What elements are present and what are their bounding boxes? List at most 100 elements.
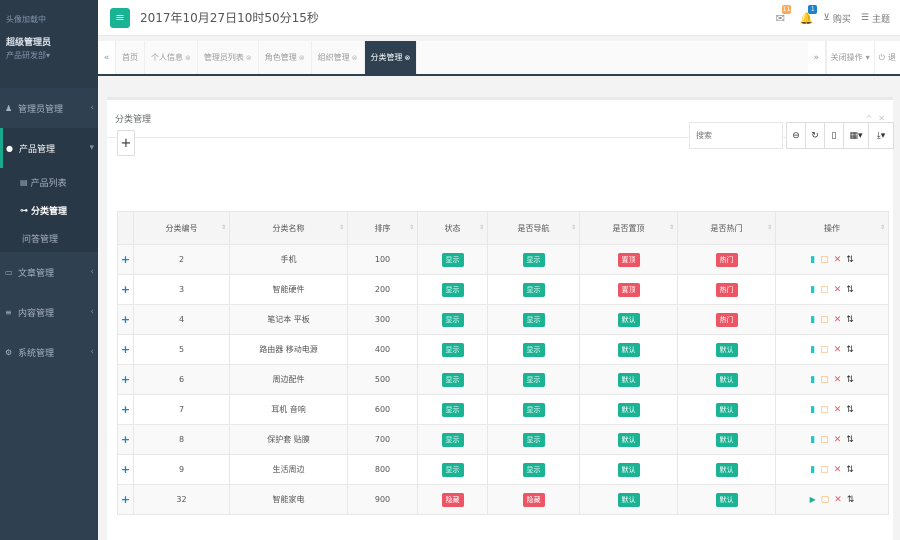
is-top-label[interactable]: 默认 [617,372,640,387]
expand-cell[interactable]: + [117,274,134,305]
exit-button[interactable]: ⏻ 退 [873,41,900,74]
theme-link[interactable]: ☰ 主题 [861,12,890,25]
edit-icon[interactable]: ▢ [820,465,829,475]
is-hot-label[interactable]: 默认 [715,432,738,447]
is-hot-label[interactable]: 默认 [715,372,738,387]
nav-item-admin-management[interactable]: ♟ 管理员管理 ‹ [0,88,98,128]
expand-cell[interactable]: + [117,424,134,455]
tab-category-management[interactable]: 分类管理 ⊗ [364,41,418,74]
expand-cell[interactable]: + [117,334,134,365]
edit-icon[interactable]: ▢ [820,345,829,355]
user-name[interactable]: 超级管理员 [6,35,92,48]
plus-icon[interactable]: + [121,313,130,326]
plus-icon[interactable]: + [121,403,130,416]
is-top-label[interactable]: 置顶 [617,252,640,267]
tab-home[interactable]: 首页 [116,41,145,74]
is-top-label[interactable]: 默认 [617,462,640,477]
view-icon[interactable]: ▮ [810,465,815,475]
is-top-label[interactable]: 默认 [617,342,640,357]
column-header-id[interactable]: 分类编号 ⇕ [133,211,230,245]
status-label[interactable]: 显示 [441,312,464,327]
status-label[interactable]: 显示 [441,432,464,447]
is-hot-label[interactable]: 默认 [715,492,738,507]
plus-icon[interactable]: + [121,253,130,266]
delete-icon[interactable]: ✕ [834,285,842,295]
close-tab-icon[interactable]: ⊗ [352,54,358,62]
column-header-name[interactable]: 分类名称 ⇕ [229,211,348,245]
user-department[interactable]: 产品研发部▾ [6,50,92,61]
nav-item-system-management[interactable]: ⚙ 系统管理 ‹ [0,332,98,372]
is-nav-label[interactable]: 显示 [522,462,545,477]
plus-icon[interactable]: + [121,283,130,296]
view-icon[interactable]: ▮ [810,255,815,265]
export-dropdown-button[interactable]: ⤓▾ [868,122,894,149]
plus-icon[interactable]: + [121,343,130,356]
delete-icon[interactable]: ✕ [834,465,842,475]
view-icon[interactable]: ▮ [810,405,815,415]
expand-cell[interactable]: + [117,304,134,335]
view-icon[interactable]: ▮ [810,435,815,445]
status-label[interactable]: 显示 [441,372,464,387]
is-top-label[interactable]: 默认 [617,402,640,417]
columns-dropdown-button[interactable]: ▦▾ [843,122,869,149]
search-input[interactable] [689,122,783,149]
view-icon[interactable]: ▮ [810,375,815,385]
is-nav-label[interactable]: 显示 [522,252,545,267]
status-label[interactable]: 隐藏 [441,492,464,507]
view-icon[interactable]: ▮ [810,315,815,325]
tab-profile[interactable]: 个人信息 ⊗ [145,41,198,74]
delete-icon[interactable]: ✕ [834,345,842,355]
status-label[interactable]: 显示 [441,402,464,417]
notifications-button[interactable]: ✉ 11 [771,5,792,27]
expand-cell[interactable]: + [117,364,134,395]
status-label[interactable]: 显示 [441,342,464,357]
sort-order-icon[interactable]: ⇅ [846,375,854,385]
sort-order-icon[interactable]: ⇅ [846,345,854,355]
tabs-scroll-right-button[interactable]: » [807,41,826,74]
nav-subitem-qa-management[interactable]: 问答管理 [0,224,98,252]
close-operations-dropdown[interactable]: 关闭操作 ▾ [825,41,874,74]
is-hot-label[interactable]: 默认 [715,462,738,477]
close-tab-icon[interactable]: ⊗ [246,54,252,62]
is-hot-label[interactable]: 默认 [715,342,738,357]
is-hot-label[interactable]: 热门 [715,312,738,327]
is-nav-label[interactable]: 显示 [522,312,545,327]
edit-icon[interactable]: ▢ [820,315,829,325]
close-tab-icon[interactable]: ⊗ [299,54,305,62]
is-nav-label[interactable]: 显示 [522,432,545,447]
sort-order-icon[interactable]: ⇅ [846,255,854,265]
status-label[interactable]: 显示 [441,462,464,477]
view-icon[interactable]: ▮ [810,285,815,295]
column-header-actions[interactable]: 操作 ⇕ [775,211,889,245]
is-hot-label[interactable]: 默认 [715,402,738,417]
delete-icon[interactable]: ✕ [834,315,842,325]
is-nav-label[interactable]: 隐藏 [522,492,545,507]
sort-order-icon[interactable]: ⇅ [846,465,854,475]
sort-order-icon[interactable]: ⇅ [846,285,854,295]
edit-icon[interactable]: ▢ [820,375,829,385]
sort-order-icon[interactable]: ⇅ [847,495,855,505]
is-hot-label[interactable]: 热门 [715,252,738,267]
column-header-is-top[interactable]: 是否置顶 ⇕ [579,211,678,245]
edit-icon[interactable]: ▢ [820,255,829,265]
toggle-view-button[interactable]: ▯ [824,122,844,149]
delete-icon[interactable]: ✕ [834,435,842,445]
delete-icon[interactable]: ✕ [834,255,842,265]
close-tab-icon[interactable]: ⊗ [185,54,191,62]
edit-icon[interactable]: ▢ [820,435,829,445]
is-nav-label[interactable]: 显示 [522,402,545,417]
is-top-label[interactable]: 默认 [617,492,640,507]
is-nav-label[interactable]: 显示 [522,282,545,297]
sort-order-icon[interactable]: ⇅ [846,405,854,415]
tab-role-management[interactable]: 角色管理 ⊗ [259,41,312,74]
is-hot-label[interactable]: 热门 [715,282,738,297]
column-header-sort[interactable]: 排序 ⇕ [347,211,418,245]
is-nav-label[interactable]: 显示 [522,342,545,357]
nav-item-article-management[interactable]: ▭ 文章管理 ‹ [0,252,98,292]
delete-icon[interactable]: ✕ [834,405,842,415]
plus-icon[interactable]: + [121,493,130,506]
is-top-label[interactable]: 默认 [617,432,640,447]
status-label[interactable]: 显示 [441,252,464,267]
plus-icon[interactable]: + [121,373,130,386]
sort-order-icon[interactable]: ⇅ [846,435,854,445]
